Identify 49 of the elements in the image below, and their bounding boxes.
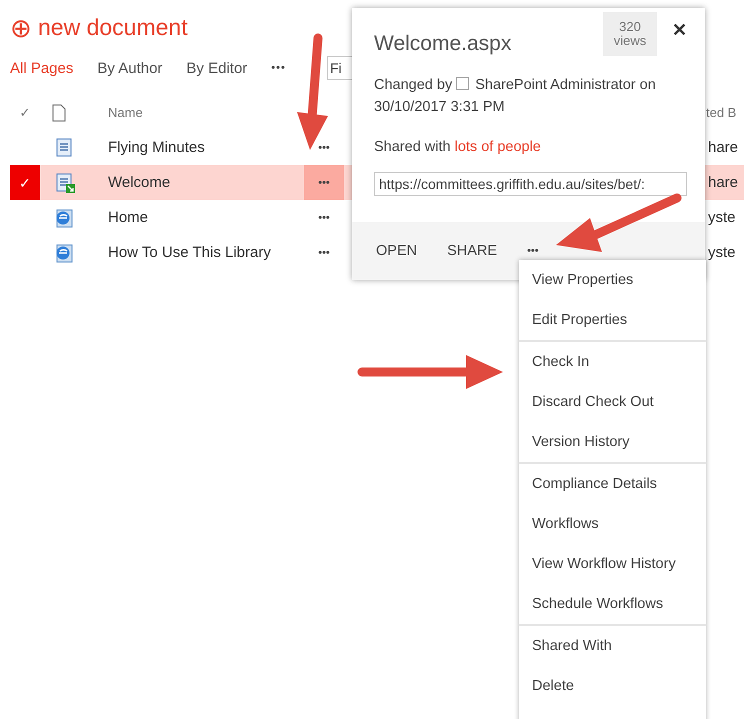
callout-title: Welcome.aspx — [374, 32, 512, 56]
row-menu-button[interactable]: ••• — [304, 235, 344, 270]
row-menu-button[interactable]: ••• — [304, 130, 344, 165]
view-tab[interactable]: By Editor — [186, 60, 248, 76]
web-page-icon — [54, 206, 74, 228]
table-cell: yste — [708, 244, 736, 261]
row-checkbox[interactable]: ✓ — [10, 165, 40, 200]
table-cell: yste — [708, 209, 736, 226]
menu-item[interactable]: Compliance Details — [519, 464, 706, 504]
menu-item[interactable]: Check In — [519, 342, 706, 382]
more-actions-button[interactable]: ••• — [527, 245, 539, 257]
select-all-checkmark[interactable]: ✓ — [20, 105, 30, 120]
view-tab[interactable]: By Author — [97, 60, 162, 76]
checked-out-page-icon — [54, 172, 76, 194]
menu-item[interactable]: Delete — [519, 666, 706, 706]
menu-item[interactable]: Workflows — [519, 504, 706, 544]
row-menu-button[interactable]: ••• — [304, 200, 344, 235]
action-button[interactable]: SHARE — [447, 243, 498, 259]
file-name[interactable]: Flying Minutes — [108, 139, 205, 156]
menu-item[interactable]: Discard Check Out — [519, 382, 706, 422]
url-field[interactable]: https://committees.griffith.edu.au/sites/bet/: — [374, 172, 687, 196]
menu-item[interactable]: View Properties — [519, 260, 706, 300]
changed-by-text: Changed by SharePoint Administrator on 30/10/2017 3:31 PM — [374, 76, 657, 117]
add-icon[interactable]: ⊕ — [10, 14, 32, 40]
menu-item[interactable]: Shared With — [519, 626, 706, 666]
menu-item[interactable]: Schedule Workflows — [519, 584, 706, 624]
column-header[interactable]: ted B — [706, 105, 736, 120]
more-views-button[interactable]: ••• — [271, 62, 286, 74]
row-menu-button[interactable]: ••• — [304, 165, 344, 200]
search-field[interactable]: Fi — [327, 56, 352, 80]
file-name[interactable]: Home — [108, 209, 148, 226]
close-button[interactable]: ✕ — [666, 18, 693, 42]
shared-with-link[interactable]: lots of people — [454, 139, 541, 155]
menu-item[interactable]: Edit Properties — [519, 300, 706, 340]
view-tab[interactable]: All Pages — [10, 60, 74, 76]
menu-item[interactable]: Version History — [519, 422, 706, 462]
column-header[interactable]: Name — [108, 105, 143, 120]
shared-with-text: Shared with lots of people — [374, 138, 542, 157]
new-document-link[interactable]: new document — [38, 14, 188, 41]
document-icon — [52, 104, 66, 122]
file-name[interactable]: Welcome — [108, 174, 170, 191]
file-name[interactable]: How To Use This Library — [108, 244, 271, 261]
table-cell: hare — [708, 139, 738, 156]
menu-item[interactable]: View Workflow History — [519, 544, 706, 584]
table-cell: hare — [708, 174, 738, 191]
views-count: 320 — [619, 20, 641, 34]
views-label: views — [614, 34, 646, 48]
web-page-icon — [54, 242, 74, 264]
action-button[interactable]: OPEN — [376, 243, 418, 259]
